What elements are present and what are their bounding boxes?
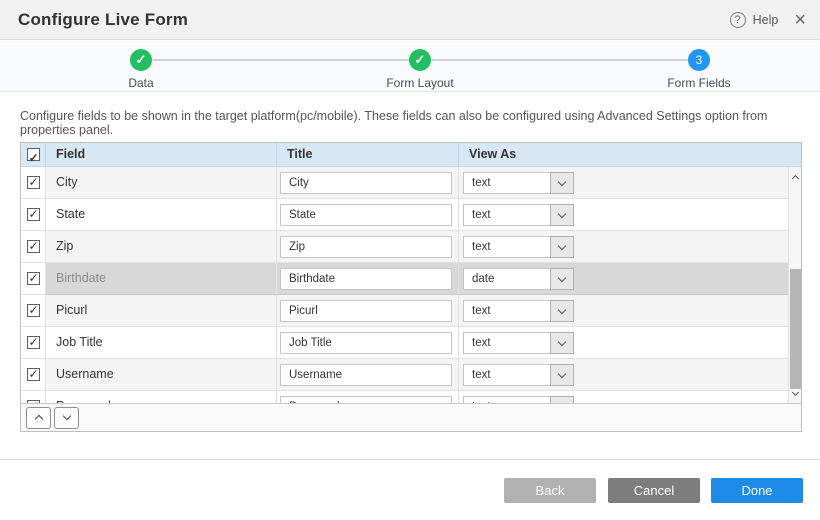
- view-as-value[interactable]: text: [463, 204, 551, 226]
- step-connector: [432, 59, 688, 61]
- chevron-up-icon: [34, 415, 42, 423]
- table-row[interactable]: City text: [21, 167, 788, 199]
- help-link[interactable]: Help: [753, 13, 779, 27]
- step-form-layout-circle[interactable]: ✓: [409, 49, 431, 71]
- table-row[interactable]: State text: [21, 199, 788, 231]
- move-row-up-button[interactable]: [26, 407, 51, 429]
- title-input[interactable]: [280, 268, 452, 290]
- title-input[interactable]: [280, 332, 452, 354]
- table-body-rows: City text State text Zip: [21, 167, 788, 403]
- field-name: City: [46, 167, 277, 199]
- view-as-value[interactable]: text: [463, 364, 551, 386]
- chevron-down-icon[interactable]: [550, 332, 574, 354]
- column-header-title: Title: [277, 143, 459, 166]
- row-checkbox[interactable]: [27, 368, 40, 381]
- table-row[interactable]: Username text: [21, 359, 788, 391]
- check-icon: ✓: [409, 49, 431, 70]
- scrollbar-thumb[interactable]: [790, 269, 801, 389]
- step-form-fields-label: Form Fields: [667, 76, 730, 90]
- field-name: Job Title: [46, 327, 277, 359]
- description-text: Configure fields to be shown in the targ…: [20, 109, 800, 137]
- step-data-label: Data: [128, 76, 153, 90]
- field-name: State: [46, 199, 277, 231]
- row-checkbox[interactable]: [27, 336, 40, 349]
- view-as-select[interactable]: text: [463, 300, 575, 322]
- select-all-checkbox[interactable]: [27, 148, 40, 161]
- field-name: Username: [46, 359, 277, 391]
- field-name: Picurl: [46, 295, 277, 327]
- table-footer: [21, 403, 801, 431]
- chevron-down-icon[interactable]: [550, 268, 574, 290]
- back-button[interactable]: Back: [504, 478, 596, 503]
- table-row[interactable]: Job Title text: [21, 327, 788, 359]
- column-header-field: Field: [46, 143, 277, 166]
- view-as-select[interactable]: text: [463, 332, 575, 354]
- view-as-value[interactable]: date: [463, 268, 551, 290]
- view-as-value[interactable]: text: [463, 300, 551, 322]
- row-checkbox[interactable]: [27, 176, 40, 189]
- wizard-stepper: ✓ Data ✓ Form Layout 3 Form Fields: [0, 41, 820, 92]
- scroll-up-arrow-icon[interactable]: [789, 170, 801, 184]
- footer-divider: [0, 459, 820, 460]
- scroll-down-arrow-icon[interactable]: [789, 386, 801, 400]
- view-as-select[interactable]: text: [463, 364, 575, 386]
- view-as-select[interactable]: text: [463, 236, 575, 258]
- view-as-select[interactable]: date: [463, 268, 575, 290]
- cancel-button[interactable]: Cancel: [608, 478, 700, 503]
- title-input[interactable]: [280, 300, 452, 322]
- close-icon[interactable]: ×: [794, 10, 806, 30]
- table-row[interactable]: Password text: [21, 391, 788, 403]
- done-button[interactable]: Done: [711, 478, 803, 503]
- chevron-down-icon: [62, 412, 70, 420]
- chevron-down-icon[interactable]: [550, 236, 574, 258]
- view-as-value[interactable]: text: [463, 236, 551, 258]
- view-as-value[interactable]: text: [463, 332, 551, 354]
- table-row[interactable]: Zip text: [21, 231, 788, 263]
- title-input[interactable]: [280, 396, 452, 403]
- row-checkbox[interactable]: [27, 272, 40, 285]
- field-name: Zip: [46, 231, 277, 263]
- chevron-down-icon[interactable]: [550, 300, 574, 322]
- table-row[interactable]: Birthdate date: [21, 263, 788, 295]
- title-input[interactable]: [280, 236, 452, 258]
- check-icon: ✓: [130, 49, 152, 70]
- view-as-select[interactable]: text: [463, 172, 575, 194]
- view-as-value[interactable]: text: [463, 396, 551, 403]
- table-body: City text State text Zip: [21, 167, 801, 403]
- table-row[interactable]: Picurl text: [21, 295, 788, 327]
- row-checkbox[interactable]: [27, 240, 40, 253]
- view-as-value[interactable]: text: [463, 172, 551, 194]
- step-form-layout-label: Form Layout: [386, 76, 453, 90]
- row-checkbox[interactable]: [27, 304, 40, 317]
- table-header-row: Field Title View As: [21, 143, 801, 167]
- chevron-down-icon[interactable]: [550, 396, 574, 403]
- move-row-down-button[interactable]: [54, 407, 79, 429]
- field-name: Password: [46, 391, 277, 403]
- dialog-titlebar: Configure Live Form ? Help ×: [0, 0, 820, 40]
- chevron-down-icon[interactable]: [550, 204, 574, 226]
- vertical-scrollbar[interactable]: [788, 167, 801, 403]
- dialog-title: Configure Live Form: [18, 10, 188, 30]
- title-input[interactable]: [280, 364, 452, 386]
- view-as-select[interactable]: text: [463, 396, 575, 403]
- chevron-down-icon[interactable]: [550, 364, 574, 386]
- field-name: Birthdate: [46, 263, 277, 295]
- step-connector: [153, 59, 409, 61]
- row-checkbox[interactable]: [27, 208, 40, 221]
- help-icon[interactable]: ?: [730, 12, 746, 28]
- title-input[interactable]: [280, 204, 452, 226]
- title-input[interactable]: [280, 172, 452, 194]
- step-form-fields-circle[interactable]: 3: [688, 49, 710, 71]
- chevron-down-icon[interactable]: [550, 172, 574, 194]
- view-as-select[interactable]: text: [463, 204, 575, 226]
- column-header-view-as: View As: [459, 143, 801, 166]
- step-data-circle[interactable]: ✓: [130, 49, 152, 71]
- fields-table: Field Title View As City text State: [20, 142, 802, 432]
